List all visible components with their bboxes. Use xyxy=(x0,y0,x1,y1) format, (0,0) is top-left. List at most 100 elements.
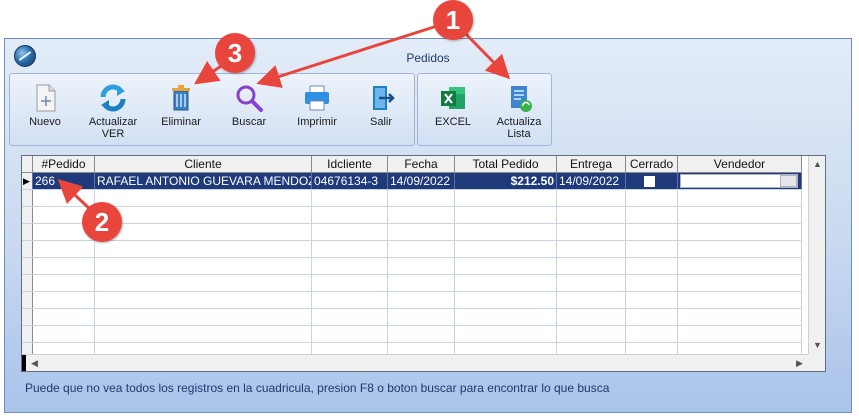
empty-cell[interactable] xyxy=(678,292,802,308)
empty-cell[interactable] xyxy=(388,326,455,342)
empty-cell[interactable] xyxy=(557,309,626,325)
empty-cell[interactable] xyxy=(455,309,557,325)
empty-cell[interactable] xyxy=(95,326,312,342)
empty-cell[interactable] xyxy=(678,258,802,274)
column-header-idcliente[interactable]: Idcliente xyxy=(312,156,388,173)
cell-vendedor[interactable] xyxy=(678,173,802,189)
cell-total-pedido[interactable]: $212.50 xyxy=(455,173,557,189)
empty-table-row[interactable] xyxy=(22,241,802,258)
empty-cell[interactable] xyxy=(95,275,312,291)
empty-table-row[interactable] xyxy=(22,326,802,343)
cell-pedido[interactable]: 266 xyxy=(33,173,95,189)
cell-idcliente[interactable]: 04676134-3 xyxy=(312,173,388,189)
empty-cell[interactable] xyxy=(678,326,802,342)
scroll-left-icon[interactable]: ◀ xyxy=(26,355,43,371)
actualiza-lista-button[interactable]: Actualiza Lista xyxy=(486,78,552,142)
empty-cell[interactable] xyxy=(33,241,95,257)
empty-cell[interactable] xyxy=(678,275,802,291)
scroll-down-icon[interactable]: ▼ xyxy=(809,337,825,354)
empty-cell[interactable] xyxy=(312,207,388,223)
empty-cell[interactable] xyxy=(388,292,455,308)
empty-cell[interactable] xyxy=(33,326,95,342)
table-row[interactable]: ▶ 266 RAFAEL ANTONIO GUEVARA MENDOZ 0467… xyxy=(22,173,802,190)
scroll-up-icon[interactable]: ▲ xyxy=(809,156,825,173)
column-header-vendedor[interactable]: Vendedor xyxy=(678,156,802,173)
empty-cell[interactable] xyxy=(455,207,557,223)
empty-cell[interactable] xyxy=(312,275,388,291)
vendedor-dropdown-button[interactable] xyxy=(780,175,797,187)
column-header-cliente[interactable]: Cliente xyxy=(95,156,312,173)
empty-cell[interactable] xyxy=(678,207,802,223)
scroll-right-icon[interactable]: ▶ xyxy=(791,355,808,371)
empty-table-row[interactable] xyxy=(22,275,802,292)
pedidos-grid[interactable]: #Pedido Cliente Idcliente Fecha Total Pe… xyxy=(21,155,826,372)
empty-cell[interactable] xyxy=(388,207,455,223)
empty-cell[interactable] xyxy=(626,275,678,291)
empty-cell[interactable] xyxy=(626,292,678,308)
empty-cell[interactable] xyxy=(455,241,557,257)
empty-cell[interactable] xyxy=(388,258,455,274)
empty-cell[interactable] xyxy=(95,190,312,206)
empty-cell[interactable] xyxy=(312,224,388,240)
empty-cell[interactable] xyxy=(626,190,678,206)
empty-cell[interactable] xyxy=(33,309,95,325)
empty-table-row[interactable] xyxy=(22,258,802,275)
cell-cliente[interactable]: RAFAEL ANTONIO GUEVARA MENDOZ xyxy=(95,173,312,189)
empty-cell[interactable] xyxy=(626,224,678,240)
empty-cell[interactable] xyxy=(626,258,678,274)
empty-cell[interactable] xyxy=(678,224,802,240)
column-header-entrega[interactable]: Entrega xyxy=(557,156,626,173)
vertical-scrollbar[interactable]: ▲ ▼ xyxy=(808,156,825,354)
empty-cell[interactable] xyxy=(33,190,95,206)
buscar-button[interactable]: Buscar xyxy=(216,78,282,142)
empty-cell[interactable] xyxy=(557,241,626,257)
empty-cell[interactable] xyxy=(557,224,626,240)
empty-cell[interactable] xyxy=(95,241,312,257)
empty-cell[interactable] xyxy=(33,258,95,274)
empty-cell[interactable] xyxy=(95,224,312,240)
empty-cell[interactable] xyxy=(455,258,557,274)
empty-cell[interactable] xyxy=(557,190,626,206)
empty-table-row[interactable] xyxy=(22,224,802,241)
horizontal-scrollbar[interactable]: ◀ ▶ xyxy=(22,354,808,371)
empty-cell[interactable] xyxy=(312,326,388,342)
empty-cell[interactable] xyxy=(626,207,678,223)
empty-cell[interactable] xyxy=(455,275,557,291)
empty-table-row[interactable] xyxy=(22,207,802,224)
cell-cerrado[interactable] xyxy=(626,173,678,189)
eliminar-button[interactable]: Eliminar xyxy=(148,78,214,142)
imprimir-button[interactable]: Imprimir xyxy=(284,78,350,142)
empty-cell[interactable] xyxy=(557,207,626,223)
empty-table-row[interactable] xyxy=(22,190,802,207)
empty-table-row[interactable] xyxy=(22,309,802,326)
column-header-cerrado[interactable]: Cerrado xyxy=(626,156,678,173)
empty-cell[interactable] xyxy=(33,275,95,291)
empty-cell[interactable] xyxy=(312,241,388,257)
salir-button[interactable]: Salir xyxy=(348,78,414,142)
empty-cell[interactable] xyxy=(557,258,626,274)
empty-cell[interactable] xyxy=(95,292,312,308)
empty-cell[interactable] xyxy=(95,207,312,223)
empty-cell[interactable] xyxy=(557,275,626,291)
empty-cell[interactable] xyxy=(388,224,455,240)
empty-cell[interactable] xyxy=(388,241,455,257)
empty-cell[interactable] xyxy=(95,258,312,274)
empty-cell[interactable] xyxy=(626,241,678,257)
empty-cell[interactable] xyxy=(388,275,455,291)
empty-cell[interactable] xyxy=(388,190,455,206)
empty-cell[interactable] xyxy=(312,292,388,308)
empty-cell[interactable] xyxy=(678,241,802,257)
empty-cell[interactable] xyxy=(455,326,557,342)
empty-cell[interactable] xyxy=(455,224,557,240)
empty-cell[interactable] xyxy=(455,292,557,308)
column-header-fecha[interactable]: Fecha xyxy=(388,156,455,173)
column-header-pedido[interactable]: #Pedido xyxy=(33,156,95,173)
cell-fecha[interactable]: 14/09/2022 xyxy=(388,173,455,189)
empty-cell[interactable] xyxy=(678,309,802,325)
cerrado-checkbox[interactable] xyxy=(644,176,655,187)
empty-cell[interactable] xyxy=(557,326,626,342)
actualizar-ver-button[interactable]: Actualizar VER xyxy=(80,78,146,142)
nuevo-button[interactable]: Nuevo xyxy=(12,78,78,142)
empty-cell[interactable] xyxy=(312,190,388,206)
empty-cell[interactable] xyxy=(557,292,626,308)
